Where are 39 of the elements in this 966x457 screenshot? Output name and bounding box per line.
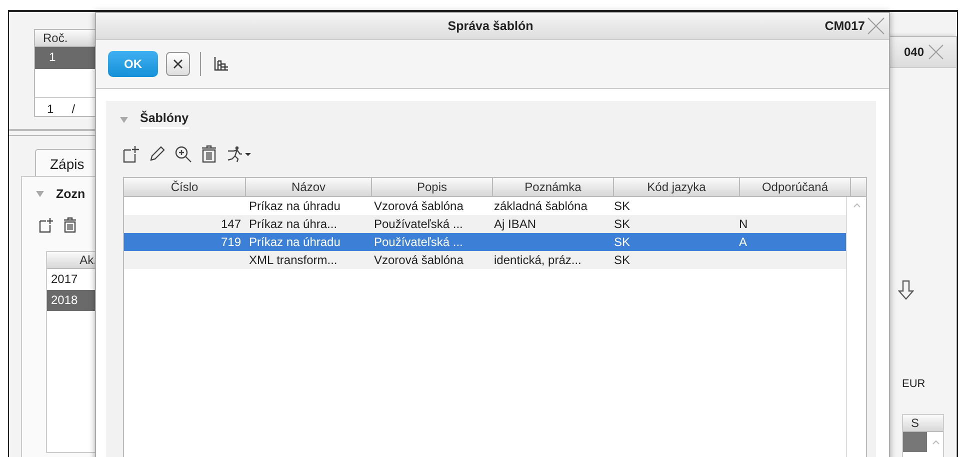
table-cell: Aj IBAN bbox=[494, 217, 536, 231]
column-header[interactable]: Číslo bbox=[124, 178, 246, 197]
column-header[interactable]: Poznámka bbox=[493, 178, 614, 197]
currency-label: EUR bbox=[902, 378, 926, 390]
section-title: Zozn bbox=[56, 187, 86, 201]
table-cell: Vzorová šablóna bbox=[374, 253, 464, 267]
table-cell: Vzorová šablóna bbox=[374, 199, 464, 213]
table-row[interactable]: 2017 bbox=[47, 269, 99, 290]
table-row[interactable]: 147 Príkaz na úhra... Používateľská ... Aj IBAN SK N bbox=[124, 215, 846, 233]
window-title: Správa šablón bbox=[448, 19, 534, 33]
table-cell: Príkaz na úhradu bbox=[249, 235, 340, 249]
table-cell: Príkaz na úhra... bbox=[249, 217, 338, 231]
table-cell: XML transform... bbox=[249, 253, 338, 267]
table-cell: základná šablóna bbox=[494, 199, 588, 213]
table-cell: SK bbox=[614, 235, 630, 249]
table-row[interactable]: XML transform... Vzorová šablóna identická, práz... SK bbox=[124, 251, 846, 269]
column-header[interactable]: Kód jazyka bbox=[614, 178, 740, 197]
table-cell: Príkaz na úhradu bbox=[249, 199, 340, 213]
column-header[interactable]: Odporúčaná bbox=[740, 178, 851, 197]
table-cell: A bbox=[739, 235, 748, 249]
table-cell: SK bbox=[614, 199, 630, 213]
table-cell: N bbox=[739, 217, 748, 231]
table-cell: Používateľská ... bbox=[374, 235, 463, 249]
column-header[interactable]: Popis bbox=[372, 178, 493, 197]
window-code: CM017 bbox=[824, 19, 865, 33]
column-header[interactable]: S bbox=[903, 415, 943, 432]
table-cell: 719 bbox=[220, 235, 241, 249]
table-cell: identická, práz... bbox=[494, 253, 582, 267]
pager-text: / bbox=[72, 102, 76, 116]
table-cell: Používateľská ... bbox=[374, 217, 463, 231]
table-cell: SK bbox=[614, 217, 630, 231]
table-row[interactable]: Príkaz na úhradu Vzorová šablóna základná šablóna SK bbox=[124, 197, 846, 215]
window-code: 040 bbox=[904, 45, 924, 59]
column-header[interactable]: Názov bbox=[246, 178, 372, 197]
table-cell: SK bbox=[614, 253, 630, 267]
section-title: Šablóny bbox=[140, 111, 189, 129]
table-row[interactable]: 719 Príkaz na úhradu Používateľská ... SK A bbox=[124, 233, 846, 251]
pager-text: 1 bbox=[47, 102, 54, 116]
table-cell: 147 bbox=[220, 217, 241, 231]
